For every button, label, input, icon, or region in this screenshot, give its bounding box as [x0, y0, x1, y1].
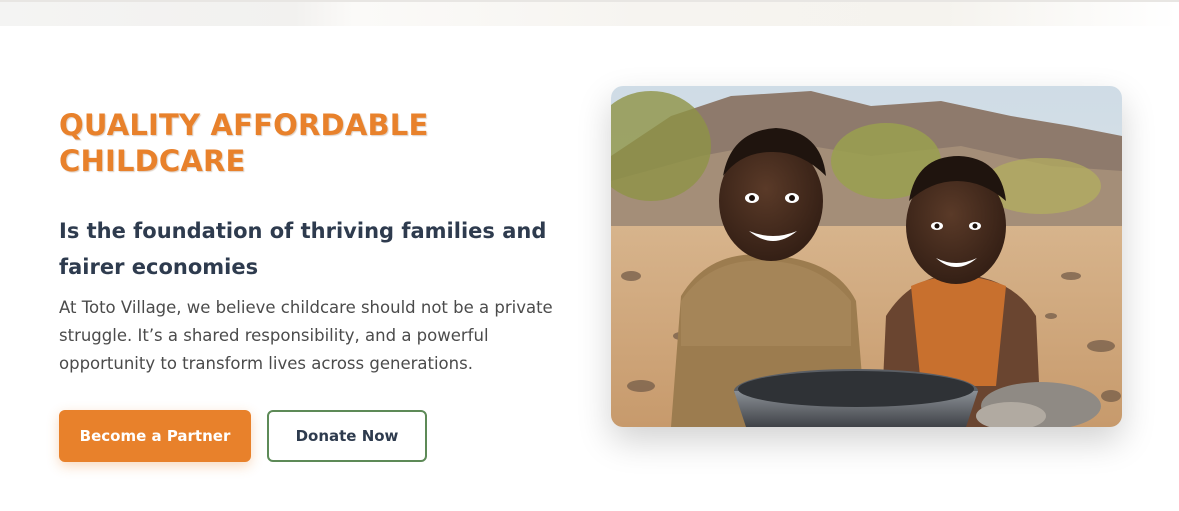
donate-now-button[interactable]: Donate Now — [267, 410, 427, 462]
section-body-text: At Toto Village, we believe childcare sh… — [59, 298, 553, 373]
section-eyebrow-title: QUALITY AFFORDABLE CHILDCARE — [59, 108, 429, 178]
children-photo — [611, 86, 1122, 427]
become-partner-button[interactable]: Become a Partner — [59, 410, 251, 462]
section-headline: Is the foundation of thriving families a… — [59, 219, 547, 279]
top-image-strip — [0, 0, 1179, 26]
